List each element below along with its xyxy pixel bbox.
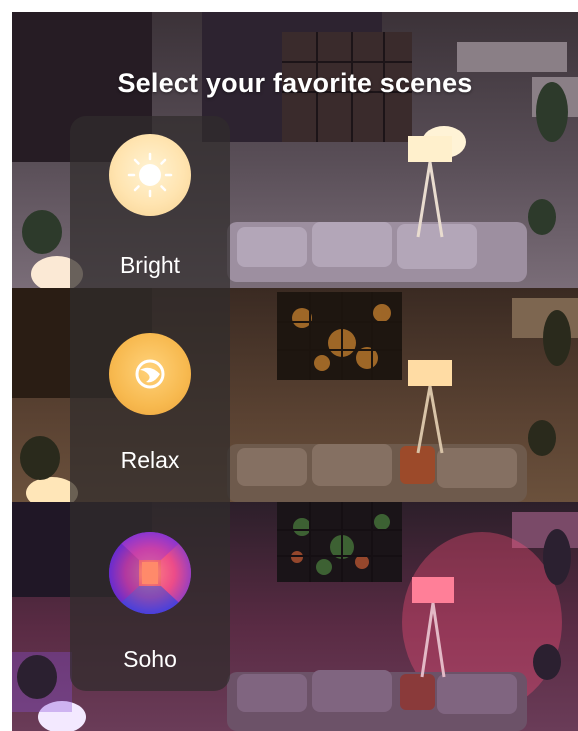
scene-option-soho[interactable]: Soho [70,528,230,718]
sun-icon [109,134,191,216]
scene-label-bright: Bright [119,252,181,278]
scene-label-relax: Relax [120,447,180,473]
scene-selector-panel: Bright Relax Soho [70,116,230,691]
relax-icon [109,333,191,415]
scene-label-soho: Soho [123,646,177,672]
page-title: Select your favorite scenes [117,68,473,98]
scene-promo-image: Select your favorite scenes Bright Relax… [12,12,578,731]
soho-icon [109,532,191,614]
scene-option-bright[interactable]: Bright [70,134,230,324]
scene-option-relax[interactable]: Relax [70,331,230,521]
